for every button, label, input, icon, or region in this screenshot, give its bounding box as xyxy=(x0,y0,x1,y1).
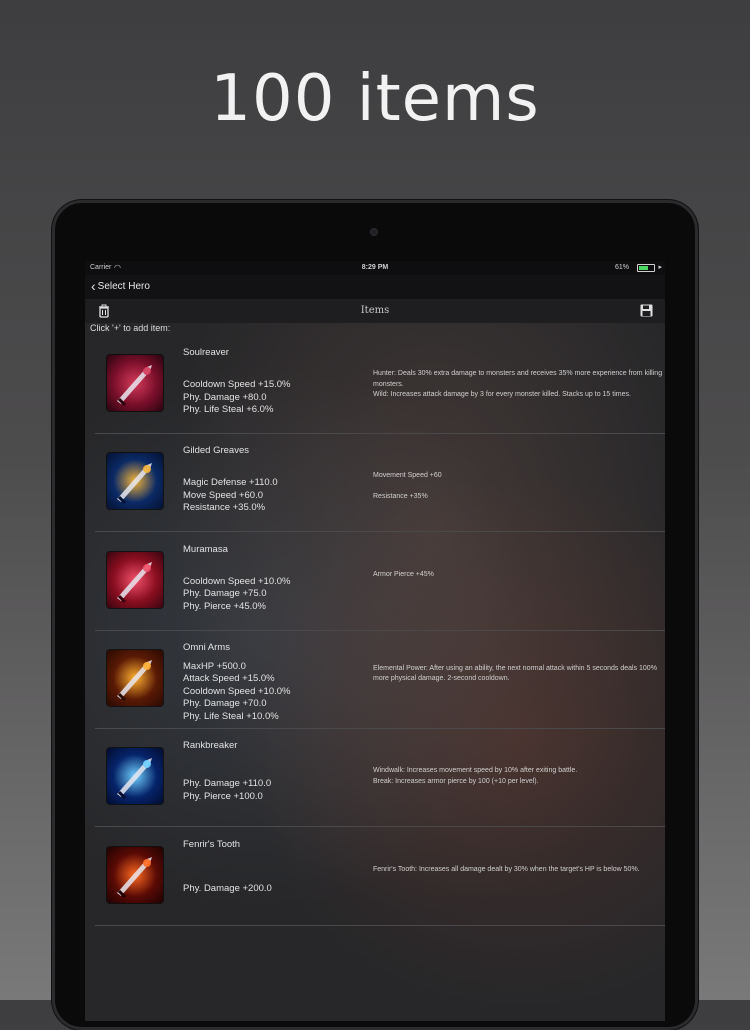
item-stat: Magic Defense +110.0 xyxy=(183,477,278,489)
muramasa-icon xyxy=(107,551,163,608)
status-time: 8:29 PM xyxy=(361,264,389,271)
item-stats: Phy. Damage +200.0 xyxy=(183,883,272,896)
item-stat: Phy. Damage +80.0 xyxy=(183,391,267,403)
fenrirs-tooth-icon xyxy=(107,846,163,903)
save-icon[interactable] xyxy=(640,304,653,317)
item-name: Fenrir's Tooth xyxy=(183,838,241,850)
rankbreaker-icon xyxy=(107,748,163,805)
item-name: Soulreaver xyxy=(183,347,229,358)
item-row[interactable]: Omni Arms MaxHP +500.0 Attack Speed +15.0%… xyxy=(95,630,665,729)
tablet-frame: Carrier ◠ 8:29 PM 61% ▸ ‹ Select Hero It… xyxy=(52,200,698,1030)
camera xyxy=(370,228,378,236)
item-name: Gilded Greaves xyxy=(183,445,250,457)
item-stats: Cooldown Speed +15.0% Phy. Damage +80.0 Ph… xyxy=(183,379,290,417)
item-stat: Phy. Life Steal +10.0% xyxy=(183,710,279,722)
item-stats: Magic Defense +110.0 Move Speed +60.0 Resi… xyxy=(183,477,278,515)
status-bar: Carrier ◠ 8:29 PM 61% ▸ xyxy=(85,261,665,275)
back-button[interactable]: ‹ Select Hero xyxy=(91,279,150,293)
nav-bar: ‹ Select Hero xyxy=(85,275,665,299)
item-passive-line: Armor Pierce +45% xyxy=(373,570,434,578)
promo-title: 100 items xyxy=(210,62,540,136)
item-passive-line: Elemental Power: After using an ability,… xyxy=(373,664,657,683)
item-passive: Hunter: Deals 30% extra damage to monste… xyxy=(373,369,663,401)
item-passive-line: Movement Speed +60 xyxy=(373,472,442,480)
item-passive: Movement Speed +60 Resistance +35% xyxy=(373,471,663,502)
item-passive-line: Resistance +35% xyxy=(373,492,428,500)
item-passive-line: Hunter: Deals 30% extra damage to monste… xyxy=(373,370,663,388)
item-stat: Attack Speed +15.0% xyxy=(183,673,275,685)
item-passive: Fenrir's Tooth: Increases all damage dea… xyxy=(373,865,663,876)
item-stats: Phy. Damage +110.0 Phy. Pierce +100.0 xyxy=(183,778,271,803)
items-list: Click '+' to add item: Soulreaver Cooldow… xyxy=(85,323,665,1021)
item-stat: MaxHP +500.0 xyxy=(183,660,246,672)
gilded-greaves-icon xyxy=(107,453,163,510)
item-name: Omni Arms xyxy=(183,641,230,653)
item-passive: Armor Pierce +45% xyxy=(373,570,663,581)
item-passive: Windwalk: Increases movement speed by 10… xyxy=(373,766,663,787)
item-stat: Cooldown Speed +15.0% xyxy=(183,379,291,390)
omni-arms-icon xyxy=(107,649,163,706)
page-title: Items xyxy=(360,305,390,316)
item-name: Rankbreaker xyxy=(183,740,238,752)
add-item-hint: Click '+' to add item: xyxy=(90,323,171,333)
item-row[interactable]: Gilded Greaves Magic Defense +110.0 Move S… xyxy=(95,433,665,533)
item-row[interactable]: Muramasa Cooldown Speed +10.0% Phy. Damage… xyxy=(95,532,665,631)
item-passive-line: Break: Increases armor pierce by 100 (+1… xyxy=(373,777,539,785)
battery-percent: 61% xyxy=(614,264,629,271)
item-stat: Cooldown Speed +10.0% xyxy=(183,685,291,697)
charging-icon: ▸ xyxy=(658,264,662,271)
item-passive: Elemental Power: After using an ability,… xyxy=(373,664,663,685)
item-stats: MaxHP +500.0 Attack Speed +15.0% Cooldown … xyxy=(183,661,290,724)
item-row[interactable]: Soulreaver Cooldown Speed +15.0% Phy. Dama… xyxy=(95,335,665,434)
item-stat: Phy. Life Steal +6.0% xyxy=(183,404,274,415)
item-row[interactable]: Rankbreaker Phy. Damage +110.0 Phy. Pierce… xyxy=(95,728,665,828)
item-stat: Phy. Damage +75.0 xyxy=(183,588,267,600)
items-toolbar: Items xyxy=(85,299,665,323)
item-stat: Phy. Damage +110.0 xyxy=(183,778,272,790)
item-stats: Cooldown Speed +10.0% Phy. Damage +75.0 Ph… xyxy=(183,576,290,614)
item-passive-line: Fenrir's Tooth: Increases all damage dea… xyxy=(373,865,640,873)
item-stat: Cooldown Speed +10.0% xyxy=(183,575,291,587)
chevron-left-icon: ‹ xyxy=(91,278,96,294)
item-passive-line: Windwalk: Increases movement speed by 10… xyxy=(373,767,578,775)
item-stat: Phy. Damage +200.0 xyxy=(183,882,272,894)
item-stat: Resistance +35.0% xyxy=(183,502,266,514)
battery-icon xyxy=(637,264,655,272)
back-button-label: Select Hero xyxy=(97,280,150,292)
item-stat: Phy. Pierce +45.0% xyxy=(183,600,266,612)
item-passive-line: Wild: Increases attack damage by 3 for e… xyxy=(373,391,631,398)
soulreaver-icon xyxy=(107,355,163,411)
app-screen: Carrier ◠ 8:29 PM 61% ▸ ‹ Select Hero It… xyxy=(85,261,665,1021)
item-name: Muramasa xyxy=(183,543,228,555)
item-stat: Move Speed +60.0 xyxy=(183,489,264,501)
item-stat: Phy. Pierce +100.0 xyxy=(183,790,263,802)
item-stat: Phy. Damage +70.0 xyxy=(183,698,267,710)
item-row[interactable]: Fenrir's Tooth Phy. Damage +200.0 Fenrir's… xyxy=(95,827,665,926)
